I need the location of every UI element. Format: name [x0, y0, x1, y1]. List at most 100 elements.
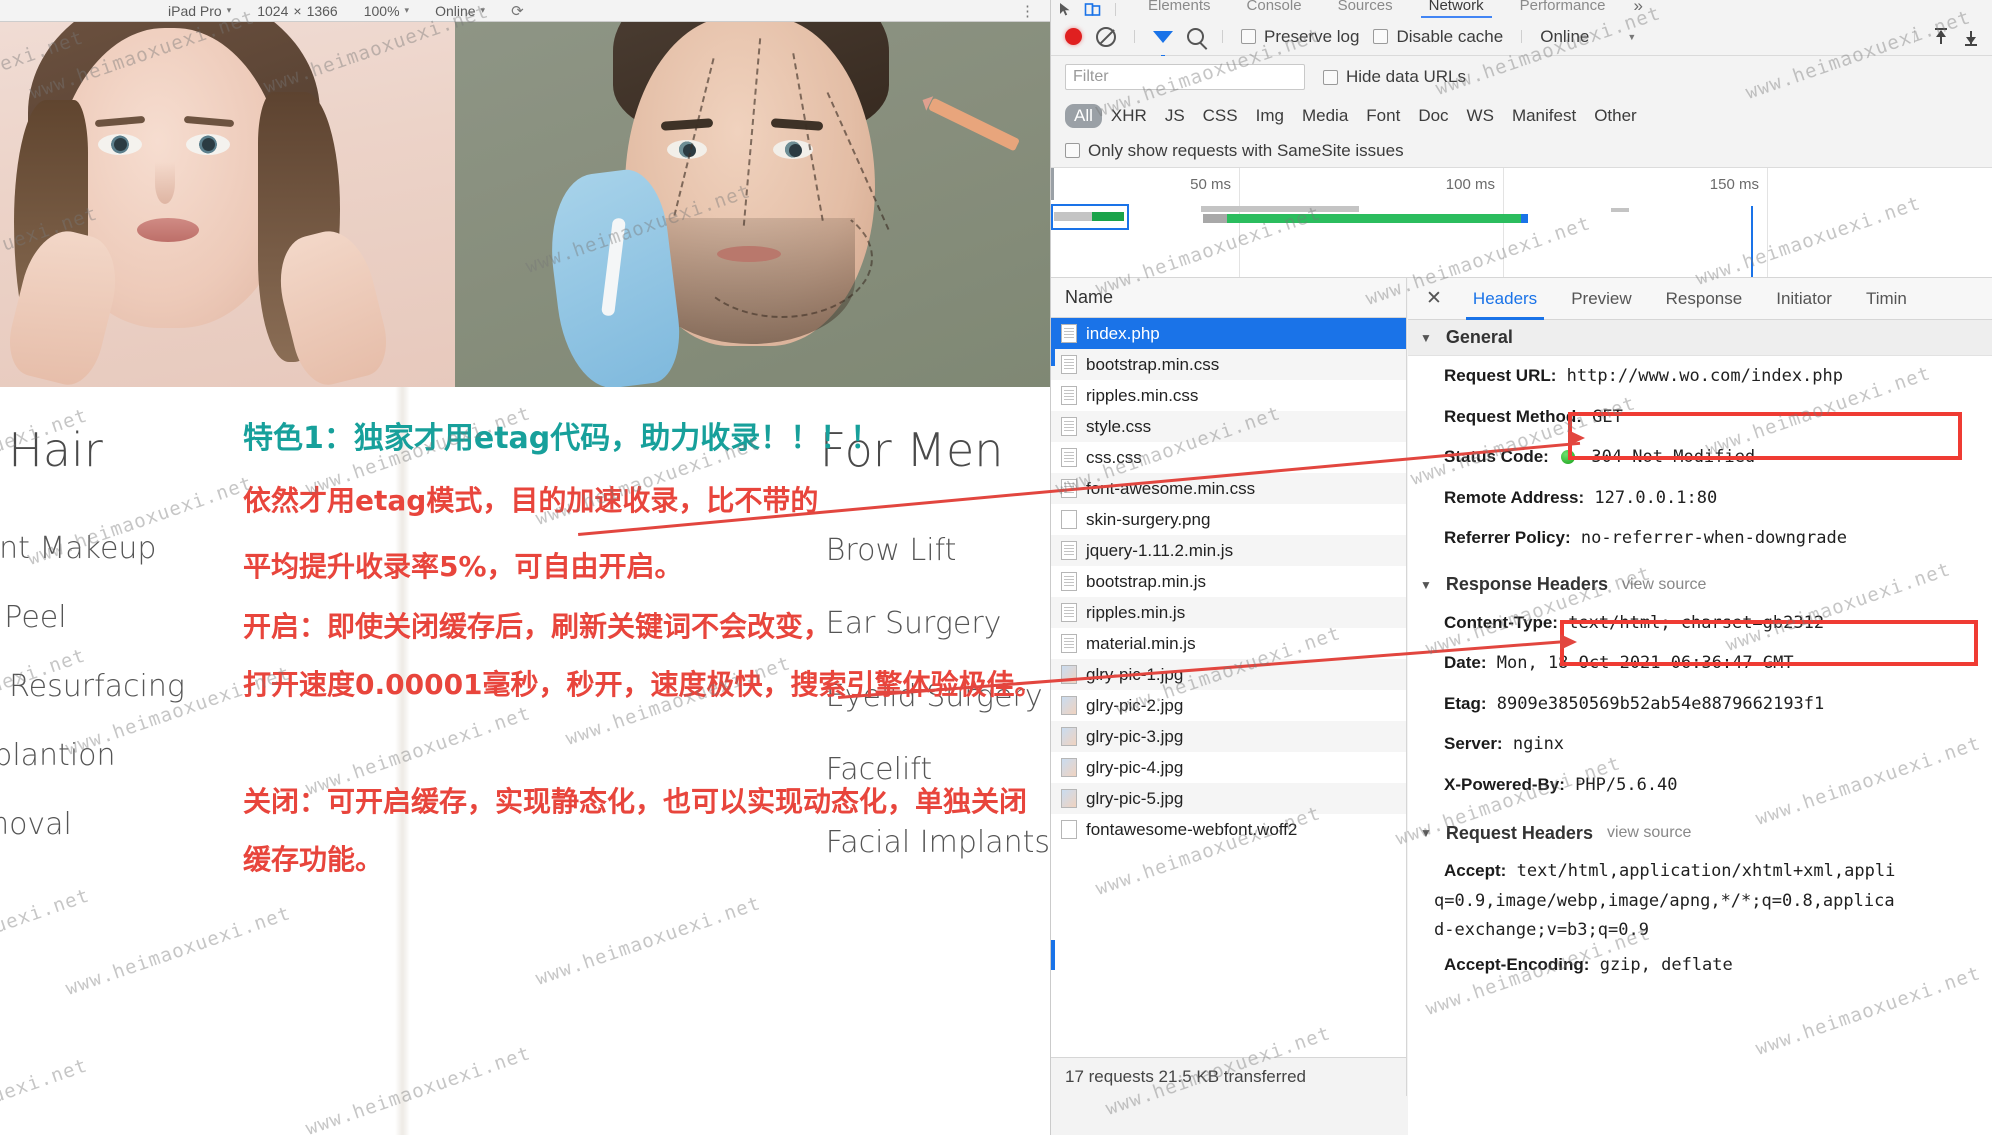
checkbox-box[interactable]: [1065, 143, 1080, 158]
list-item[interactable]: r Skin Resurfacing: [0, 669, 395, 704]
script-icon: [1061, 541, 1077, 560]
close-icon[interactable]: ✕: [1422, 287, 1456, 310]
table-row[interactable]: bootstrap.min.js: [1051, 566, 1406, 597]
tab-console[interactable]: Console: [1229, 0, 1320, 18]
checkbox-box[interactable]: [1323, 69, 1338, 85]
type-filter-css[interactable]: CSS: [1194, 104, 1247, 128]
tab-performance[interactable]: Performance: [1502, 0, 1624, 18]
header-key: Accept-Encoding:: [1444, 954, 1590, 974]
request-list-header[interactable]: Name: [1051, 278, 1406, 318]
hide-data-urls-label: Hide data URLs: [1346, 67, 1467, 86]
more-options-icon[interactable]: ⋮: [1020, 2, 1050, 20]
samesite-filter-row: Only show requests with SameSite issues: [1051, 134, 1992, 168]
table-row[interactable]: index.php: [1051, 318, 1406, 349]
header-key: Referrer Policy:: [1444, 528, 1571, 547]
header-key: Accept:: [1444, 861, 1507, 880]
disable-cache-checkbox[interactable]: Disable cache: [1373, 27, 1503, 47]
table-row[interactable]: style.css: [1051, 411, 1406, 442]
preserve-log-label: Preserve log: [1264, 26, 1360, 46]
table-row[interactable]: ripples.min.js: [1051, 597, 1406, 628]
tab-timing[interactable]: Timin: [1849, 278, 1924, 320]
throttle-selector[interactable]: Online ▾: [435, 3, 485, 19]
checkbox-box[interactable]: [1241, 29, 1256, 44]
response-headers-section-header[interactable]: ▼ Response Headers view source: [1408, 566, 1992, 603]
list-item[interactable]: o Removal: [0, 807, 395, 842]
clear-icon[interactable]: [1096, 26, 1116, 47]
request-name: glry-pic-3.jpg: [1086, 726, 1184, 746]
tab-elements[interactable]: Elements: [1130, 0, 1229, 18]
type-filter-manifest[interactable]: Manifest: [1503, 104, 1585, 128]
type-filter-js[interactable]: JS: [1156, 104, 1194, 128]
table-row[interactable]: bootstrap.min.css: [1051, 349, 1406, 380]
export-har-icon[interactable]: [1963, 28, 1979, 46]
hide-data-urls-checkbox[interactable]: Hide data URLs: [1323, 67, 1466, 87]
tab-preview[interactable]: Preview: [1554, 278, 1648, 320]
viewport-width[interactable]: 1024: [257, 3, 288, 19]
type-filter-all[interactable]: All: [1065, 104, 1102, 128]
zoom-selector[interactable]: 100% ▾: [364, 3, 409, 19]
list-item[interactable]: mical Peel: [0, 600, 395, 635]
import-har-icon[interactable]: [1933, 27, 1949, 46]
section-title: General: [1445, 327, 1513, 347]
list-item[interactable]: Eyelid Surgery: [826, 679, 1050, 714]
table-row[interactable]: css.css: [1051, 442, 1406, 473]
table-row[interactable]: glry-pic-5.jpg: [1051, 783, 1406, 814]
list-item[interactable]: Transplantion: [0, 738, 395, 773]
image-icon: [1061, 665, 1077, 684]
tab-initiator[interactable]: Initiator: [1759, 278, 1849, 320]
network-overview-timeline[interactable]: 50 ms 100 ms 150 ms: [1051, 168, 1992, 278]
type-filter-other[interactable]: Other: [1585, 104, 1646, 128]
table-row[interactable]: glry-pic-1.jpg: [1051, 659, 1406, 690]
table-row[interactable]: glry-pic-3.jpg: [1051, 721, 1406, 752]
woman-photo: [0, 22, 455, 387]
device-selector[interactable]: iPad Pro ▾: [168, 3, 231, 19]
tab-sources[interactable]: Sources: [1320, 0, 1411, 18]
tab-network[interactable]: Network: [1411, 0, 1502, 18]
list-item[interactable]: Facelift: [826, 752, 1050, 787]
rotate-icon[interactable]: ⟳: [511, 2, 524, 20]
list-item[interactable]: Ear Surgery: [826, 606, 1050, 641]
general-section-header[interactable]: ▼ General: [1408, 320, 1992, 356]
table-row[interactable]: fontawesome-webfont.woff2: [1051, 814, 1406, 845]
list-item[interactable]: Brow Lift: [826, 533, 1050, 568]
table-row[interactable]: skin-surgery.png: [1051, 504, 1406, 535]
type-filter-img[interactable]: Img: [1247, 104, 1293, 128]
record-icon[interactable]: [1065, 28, 1082, 45]
type-filter-font[interactable]: Font: [1357, 104, 1409, 128]
type-filter-xhr[interactable]: XHR: [1102, 104, 1156, 128]
table-row[interactable]: jquery-1.11.2.min.js: [1051, 535, 1406, 566]
request-headers-section-header[interactable]: ▼ Request Headers view source: [1408, 815, 1992, 851]
header-value: Mon, 18 Oct 2021 06:36:47 GMT: [1496, 653, 1794, 673]
header-value: nginx: [1512, 734, 1565, 754]
request-list[interactable]: Name index.php bootstrap.min.css ripples…: [1051, 278, 1407, 1096]
view-source-link[interactable]: view source: [1607, 824, 1691, 842]
type-filter-doc[interactable]: Doc: [1409, 104, 1457, 128]
tab-headers[interactable]: Headers: [1456, 278, 1554, 320]
search-icon[interactable]: [1187, 28, 1204, 45]
table-row[interactable]: material.min.js: [1051, 628, 1406, 659]
samesite-label: Only show requests with SameSite issues: [1088, 140, 1404, 160]
table-row[interactable]: glry-pic-2.jpg: [1051, 690, 1406, 721]
list-item[interactable]: manent Makeup: [0, 531, 395, 566]
header-row-accept-encoding: Accept-Encoding: gzip, deflate: [1408, 944, 1992, 986]
tab-response[interactable]: Response: [1649, 278, 1760, 320]
type-filter-ws[interactable]: WS: [1458, 104, 1503, 128]
list-item[interactable]: Facial Implants: [826, 825, 1050, 860]
viewport-height[interactable]: 1366: [307, 3, 338, 19]
header-row-server: Server: nginx: [1408, 724, 1992, 765]
preserve-log-checkbox[interactable]: Preserve log: [1241, 27, 1359, 47]
samesite-checkbox[interactable]: Only show requests with SameSite issues: [1065, 141, 1404, 161]
throttle-value: Online: [1540, 26, 1590, 46]
throttle-dropdown[interactable]: Online ▼: [1540, 27, 1636, 47]
view-source-link[interactable]: view source: [1622, 576, 1706, 594]
filter-input[interactable]: Filter: [1065, 64, 1305, 90]
type-filter-media[interactable]: Media: [1293, 104, 1357, 128]
table-row[interactable]: ripples.min.css: [1051, 380, 1406, 411]
inspect-element-icon[interactable]: [1057, 1, 1074, 18]
more-tabs-icon[interactable]: »: [1624, 0, 1653, 14]
device-toolbar-icon[interactable]: [1084, 1, 1101, 18]
table-row[interactable]: glry-pic-4.jpg: [1051, 752, 1406, 783]
checkbox-box[interactable]: [1373, 29, 1389, 44]
table-row[interactable]: font-awesome.min.css: [1051, 473, 1406, 504]
filter-icon[interactable]: [1153, 30, 1173, 62]
